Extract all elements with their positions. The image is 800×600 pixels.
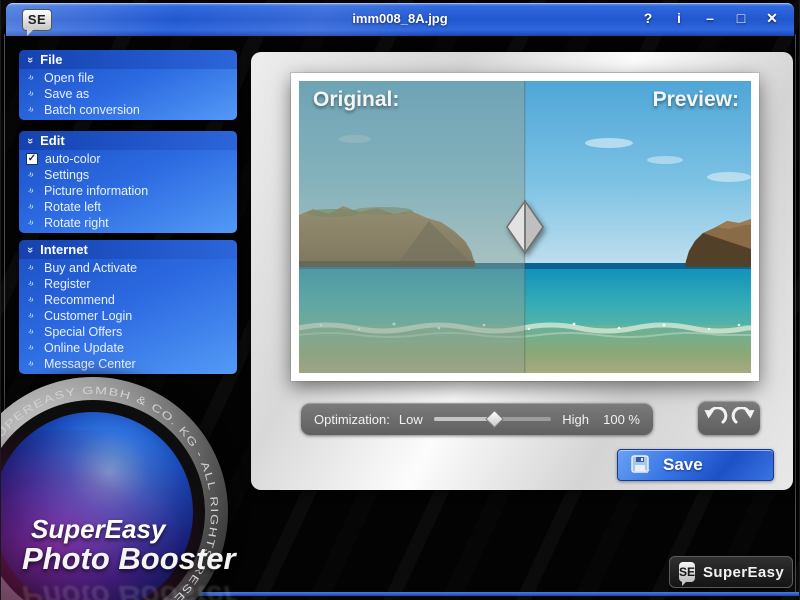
photo-frame: Original: Preview: — [291, 73, 759, 381]
optimization-bar: Optimization: Low High 100 % — [301, 403, 653, 435]
menu-item-batch-conversion[interactable]: » Batch conversion — [19, 102, 237, 118]
undo-button[interactable] — [702, 407, 728, 429]
preview-label: Preview: — [653, 88, 739, 112]
menu-item-label: Buy and Activate — [44, 261, 137, 275]
menu-item-label: Batch conversion — [44, 103, 140, 117]
arrow-icon: » — [26, 325, 39, 339]
arrow-icon: » — [26, 184, 39, 198]
menu-title: Edit — [40, 133, 65, 148]
menu-item-recommend[interactable]: » Recommend — [19, 292, 237, 308]
close-button[interactable]: ✕ — [764, 10, 780, 27]
menu-item-buy-and-activate[interactable]: » Buy and Activate — [19, 260, 237, 276]
arrow-icon: » — [26, 103, 39, 117]
menu-item-picture-information[interactable]: » Picture information — [19, 183, 237, 199]
slider-low-label: Low — [399, 412, 423, 427]
minimize-button[interactable]: – — [702, 10, 718, 27]
save-label: Save — [663, 455, 703, 475]
info-button[interactable]: i — [671, 10, 687, 27]
redo-button[interactable] — [731, 407, 757, 429]
footer-se-badge-icon: SE — [679, 562, 695, 582]
menu-item-open-file[interactable]: » Open file — [19, 70, 237, 86]
photo-compare-view: Original: Preview: — [299, 81, 751, 373]
window-border-right — [795, 34, 796, 592]
menu-item-register[interactable]: » Register — [19, 276, 237, 292]
menu-header-file[interactable]: » File — [19, 50, 237, 69]
window-controls: ? i – □ ✕ — [640, 10, 780, 27]
menu-item-rotate-right[interactable]: » Rotate right — [19, 215, 237, 231]
arrow-icon: » — [26, 71, 39, 85]
arrow-icon: » — [26, 168, 39, 182]
arrow-icon: » — [26, 293, 39, 307]
save-disk-icon — [631, 455, 652, 476]
optimization-value: 100 % — [598, 412, 640, 427]
menu-item-label: Recommend — [44, 293, 115, 307]
slider-high-label: High — [562, 412, 589, 427]
menu-body-file: » Open file » Save as » Batch conversion — [19, 69, 237, 120]
menu-item-label: Rotate left — [44, 200, 101, 214]
titlebar[interactable]: SE imm008_8A.jpg ? i – □ ✕ — [6, 3, 794, 36]
menu-item-message-center[interactable]: » Message Center — [19, 356, 237, 372]
help-button[interactable]: ? — [640, 10, 656, 27]
menu-section-edit: » Edit ✓ auto-color » Settings » Picture… — [19, 131, 237, 233]
menu-section-file: » File » Open file » Save as » Batch con… — [19, 50, 237, 120]
footer-logo: SE SuperEasy — [669, 556, 793, 588]
arrow-icon: » — [26, 216, 39, 230]
menu-item-auto-color[interactable]: ✓ auto-color — [19, 151, 237, 167]
menu-item-settings[interactable]: » Settings — [19, 167, 237, 183]
menu-body-edit: ✓ auto-color » Settings » Picture inform… — [19, 150, 237, 233]
chevron-down-icon: » — [24, 56, 36, 62]
menu-section-internet: » Internet » Buy and Activate » Register… — [19, 240, 237, 374]
slider-thumb[interactable] — [485, 410, 503, 428]
main-panel: Original: Preview: Optimization: Low Hig… — [251, 52, 793, 490]
app-window: SE imm008_8A.jpg ? i – □ ✕ » File » Open… — [0, 0, 800, 600]
arrow-icon: » — [26, 357, 39, 371]
arrow-icon: » — [26, 309, 39, 323]
menu-item-label: Register — [44, 277, 91, 291]
menu-body-internet: » Buy and Activate » Register » Recommen… — [19, 259, 237, 374]
chevron-down-icon: » — [24, 246, 36, 252]
footer-brand-text: SuperEasy — [703, 564, 784, 581]
menu-title: File — [40, 52, 62, 67]
menu-item-rotate-left[interactable]: » Rotate left — [19, 199, 237, 215]
original-label: Original: — [313, 88, 399, 112]
product-name: Photo Booster — [22, 541, 236, 577]
menu-item-label: Customer Login — [44, 309, 132, 323]
menu-item-save-as[interactable]: » Save as — [19, 86, 237, 102]
menu-item-label: Online Update — [44, 341, 124, 355]
menu-item-special-offers[interactable]: » Special Offers — [19, 324, 237, 340]
footer-badge-text: SE — [679, 565, 695, 579]
split-divider-handle[interactable] — [506, 200, 544, 254]
menu-item-label: Picture information — [44, 184, 148, 198]
menu-header-edit[interactable]: » Edit — [19, 131, 237, 150]
arrow-icon: » — [26, 87, 39, 101]
save-button[interactable]: Save — [617, 449, 774, 481]
menu-item-label: Special Offers — [44, 325, 122, 339]
auto-color-checkbox[interactable]: ✓ — [26, 153, 38, 165]
menu-item-online-update[interactable]: » Online Update — [19, 340, 237, 356]
product-name-reflection: Photo Booster — [22, 578, 236, 600]
menu-item-customer-login[interactable]: » Customer Login — [19, 308, 237, 324]
arrow-icon: » — [26, 200, 39, 214]
arrow-icon: » — [26, 341, 39, 355]
arrow-icon: » — [26, 261, 39, 275]
menu-item-label: Settings — [44, 168, 89, 182]
arrow-icon: » — [26, 277, 39, 291]
undo-redo-group — [698, 401, 760, 435]
menu-item-label: Open file — [44, 71, 94, 85]
menu-title: Internet — [40, 242, 88, 257]
menu-item-label: Message Center — [44, 357, 136, 371]
optimization-slider[interactable] — [434, 417, 552, 421]
maximize-button[interactable]: □ — [733, 10, 749, 27]
menu-header-internet[interactable]: » Internet — [19, 240, 237, 259]
menu-item-label: Save as — [44, 87, 89, 101]
menu-item-label: auto-color — [45, 152, 101, 166]
optimization-label: Optimization: — [314, 412, 390, 427]
menu-item-label: Rotate right — [44, 216, 109, 230]
chevron-down-icon: » — [24, 137, 36, 143]
